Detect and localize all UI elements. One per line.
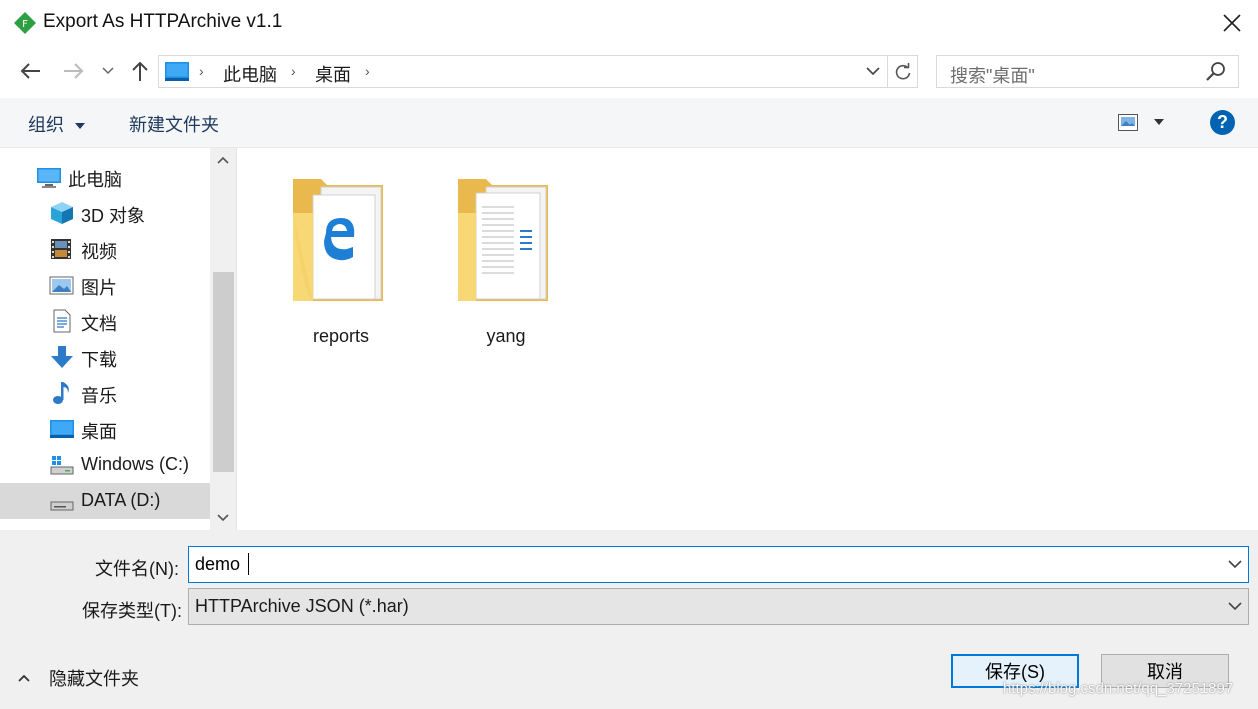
- filetype-select[interactable]: HTTPArchive JSON (*.har): [188, 588, 1249, 625]
- title-bar: F Export As HTTPArchive v1.1: [0, 0, 1258, 46]
- folder-name: yang: [486, 326, 526, 346]
- music-icon: [53, 382, 69, 404]
- file-list: reports yang: [238, 148, 1258, 530]
- address-dropdown-button[interactable]: [859, 56, 887, 87]
- filename-value: demo: [195, 554, 241, 574]
- sidebar-item-label: 此电脑: [68, 170, 122, 190]
- search-icon: [1206, 62, 1225, 81]
- app-icon: F: [14, 12, 36, 34]
- organize-button[interactable]: 组织: [28, 111, 86, 137]
- folder-edge-icon: [293, 179, 383, 301]
- folder-item-yang[interactable]: yang: [446, 168, 566, 346]
- help-icon[interactable]: ?: [1210, 110, 1235, 135]
- arrow-right-icon: [64, 63, 84, 79]
- view-options-button[interactable]: [1116, 112, 1172, 134]
- filename-label: 文件名(N):: [95, 559, 179, 579]
- folder-name: reports: [312, 326, 370, 346]
- search-input[interactable]: 搜索"桌面": [936, 55, 1239, 88]
- desktop-icon: [165, 62, 189, 81]
- scrollbar-thumb[interactable]: [213, 272, 234, 472]
- hide-folders-toggle[interactable]: 隐藏文件夹: [18, 665, 139, 691]
- sidebar-item-label: 视频: [81, 242, 117, 262]
- folder-item-reports[interactable]: reports: [281, 168, 401, 346]
- documents-icon: [53, 309, 71, 333]
- desktop-icon: [50, 420, 74, 438]
- filename-field[interactable]: demo: [188, 546, 1249, 583]
- sidebar-item-label: 音乐: [81, 386, 117, 406]
- chevron-down-icon: [1228, 602, 1242, 611]
- close-button[interactable]: [1212, 6, 1252, 40]
- sidebar-item-documents[interactable]: 文档: [0, 303, 210, 339]
- recent-locations-button[interactable]: [96, 56, 120, 86]
- chevron-down-icon: [102, 67, 114, 75]
- caret-down-icon: [1154, 119, 1164, 125]
- new-folder-button[interactable]: 新建文件夹: [129, 111, 219, 137]
- folder-docs-icon: [458, 179, 548, 301]
- sidebar-item-3d-objects[interactable]: 3D 对象: [0, 195, 210, 231]
- 3d-objects-icon: [51, 202, 73, 224]
- watermark-text: https://blog.csdn.net/qq_37251897: [1003, 680, 1234, 697]
- sidebar-item-videos[interactable]: 视频: [0, 231, 210, 267]
- sidebar-item-desktop[interactable]: 桌面: [0, 411, 210, 447]
- computer-icon: [37, 168, 61, 188]
- up-button[interactable]: [125, 56, 155, 86]
- forward-button[interactable]: [59, 56, 89, 86]
- chevron-down-icon[interactable]: [1228, 560, 1242, 569]
- view-icon: [1118, 114, 1138, 131]
- back-button[interactable]: [15, 56, 45, 86]
- scroll-up-icon[interactable]: [217, 156, 229, 164]
- pictures-icon: [49, 276, 74, 295]
- refresh-icon: [895, 62, 910, 79]
- breadcrumb-separator-icon: ›: [365, 63, 370, 79]
- arrow-up-icon: [132, 61, 148, 81]
- organize-label: 组织: [28, 115, 64, 135]
- chevron-down-icon: [866, 67, 880, 76]
- sidebar-item-data-drive[interactable]: DATA (D:): [0, 483, 210, 519]
- sidebar-item-label: 桌面: [81, 422, 117, 442]
- breadcrumb-this-pc[interactable]: 此电脑: [223, 61, 277, 87]
- sidebar-item-this-pc[interactable]: 此电脑: [0, 159, 210, 195]
- chevron-up-icon: [18, 674, 30, 682]
- breadcrumb-separator-icon: ›: [199, 63, 204, 79]
- windows-drive-icon: [50, 456, 74, 475]
- navigation-pane: 此电脑 3D 对象 视频 图片 文档 下载 音乐 桌面 Windows (C:)…: [0, 148, 237, 530]
- video-icon: [51, 239, 71, 259]
- search-placeholder: 搜索"桌面": [950, 66, 1035, 86]
- download-icon: [51, 346, 73, 368]
- sidebar-item-downloads[interactable]: 下载: [0, 339, 210, 375]
- breadcrumb-desktop[interactable]: 桌面: [315, 61, 351, 87]
- sidebar-item-label: 文档: [81, 314, 117, 334]
- sidebar-item-label: 图片: [81, 278, 117, 298]
- hide-folders-label: 隐藏文件夹: [49, 669, 140, 689]
- arrow-left-icon: [20, 63, 40, 79]
- drive-icon: [50, 501, 74, 511]
- scroll-down-icon[interactable]: [217, 514, 229, 522]
- sidebar-item-label: DATA (D:): [81, 490, 161, 510]
- breadcrumb-separator-icon: ›: [291, 63, 296, 79]
- sidebar-item-label: Windows (C:): [81, 454, 190, 474]
- svg-text:F: F: [22, 19, 28, 30]
- refresh-button[interactable]: [887, 55, 918, 88]
- address-bar[interactable]: › 此电脑 › 桌面 ›: [158, 55, 888, 88]
- sidebar-item-windows-drive[interactable]: Windows (C:): [0, 447, 210, 483]
- caret-down-icon: [75, 122, 86, 129]
- sidebar-item-label: 下载: [81, 350, 117, 370]
- filetype-label: 保存类型(T):: [82, 601, 182, 621]
- filetype-value: HTTPArchive JSON (*.har): [195, 596, 409, 616]
- sidebar-item-label: 3D 对象: [81, 206, 146, 226]
- sidebar-item-music[interactable]: 音乐: [0, 375, 210, 411]
- sidebar-item-pictures[interactable]: 图片: [0, 267, 210, 303]
- close-icon: [1223, 14, 1241, 32]
- window-title: Export As HTTPArchive v1.1: [43, 11, 283, 32]
- text-caret: [248, 553, 249, 575]
